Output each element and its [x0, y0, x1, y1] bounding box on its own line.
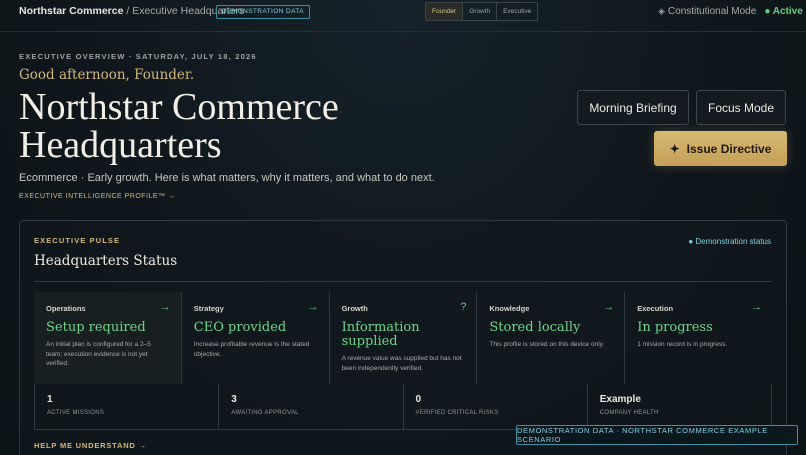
greeting: Good afternoon, Founder. — [19, 67, 195, 83]
card-description: Increase profitable revenue is the state… — [193, 341, 310, 358]
card-value: Stored locally — [489, 320, 581, 335]
page-title: Northstar Commerce Headquarters — [19, 86, 339, 166]
mode-growth[interactable]: Growth — [463, 3, 498, 20]
mode-founder[interactable]: Founder — [426, 3, 464, 20]
stat-value: Example — [599, 394, 641, 405]
top-bar: Northstar Commerce / Executive Headquart… — [0, 0, 806, 32]
issue-directive-label: Issue Directive — [686, 141, 772, 156]
card-value: Information supplied — [341, 320, 420, 349]
brand-name: Northstar Commerce — [19, 5, 124, 17]
sparkle-icon: ✦ — [669, 141, 680, 156]
status-cards: Operations → Setup required An initial p… — [34, 292, 772, 384]
tagline: Ecommerce · Early growth. Here is what m… — [19, 172, 435, 184]
stat-verified-critical-risks: 0 VERIFIED CRITICAL RISKS — [402, 384, 587, 430]
stat-awaiting-approval: 3 AWAITING APPROVAL — [218, 384, 403, 430]
pulse-divider — [34, 281, 772, 282]
status-card-growth[interactable]: Growth ? Information supplied A revenue … — [330, 292, 478, 384]
stat-value: 1 — [47, 394, 53, 405]
focus-mode-button[interactable]: Focus Mode — [696, 90, 786, 125]
status-card-operations[interactable]: Operations → Setup required An initial p… — [34, 292, 182, 384]
pulse-title: Headquarters Status — [34, 253, 178, 269]
diamond-icon: ◈ — [658, 6, 665, 16]
arrow-right-icon: → — [750, 301, 762, 313]
breadcrumb-separator: / — [123, 5, 133, 17]
card-description: This profile is stored on this device on… — [489, 341, 605, 348]
status-card-strategy[interactable]: Strategy → CEO provided Increase profita… — [182, 292, 330, 384]
mode-executive[interactable]: Executive — [497, 3, 537, 20]
card-label: Strategy — [193, 304, 224, 313]
mode-active-status: ● Active — [764, 6, 803, 17]
executive-profile-link[interactable]: EXECUTIVE INTELLIGENCE PROFILE™ → — [19, 193, 176, 200]
card-value: CEO provided — [193, 320, 287, 335]
card-label: Execution — [637, 304, 674, 313]
question-mark-icon: ? — [460, 301, 467, 313]
issue-directive-button[interactable]: ✦ Issue Directive — [654, 131, 787, 166]
stat-label: ACTIVE MISSIONS — [47, 410, 105, 416]
card-value: In progress — [637, 320, 713, 335]
overview-eyebrow: EXECUTIVE OVERVIEW · SATURDAY, JULY 18, … — [19, 52, 257, 61]
executive-pulse-panel: EXECUTIVE PULSE ● Demonstration status H… — [19, 220, 787, 455]
morning-briefing-button[interactable]: Morning Briefing — [577, 90, 689, 125]
status-card-knowledge[interactable]: Knowledge → Stored locally This profile … — [477, 292, 626, 384]
constitutional-mode-indicator[interactable]: ◈ Constitutional Mode ● Active — [658, 6, 803, 17]
card-description: A revenue value was supplied but has not… — [341, 355, 462, 372]
demo-data-banner: DEMONSTRATION DATA · NORTHSTAR COMMERCE … — [516, 425, 798, 445]
card-label: Knowledge — [489, 304, 530, 313]
stat-label: AWAITING APPROVAL — [231, 410, 299, 416]
mode-switcher: Founder Growth Executive — [425, 2, 539, 21]
stat-active-missions: 1 ACTIVE MISSIONS — [34, 384, 219, 430]
constitutional-mode-label: Constitutional Mode — [667, 6, 757, 17]
status-card-execution[interactable]: Execution → In progress 1 mission record… — [625, 292, 772, 384]
card-value: Setup required — [46, 320, 146, 335]
card-label: Operations — [46, 304, 86, 313]
stat-value: 3 — [231, 394, 237, 405]
arrow-right-icon: → — [307, 301, 319, 313]
stat-label: COMPANY HEALTH — [599, 410, 659, 416]
arrow-right-icon: → — [159, 301, 171, 313]
stat-company-health: Example COMPANY HEALTH — [586, 384, 772, 430]
app-title[interactable]: Northstar Commerce / Executive Headquart… — [19, 5, 244, 17]
stat-value: 0 — [415, 394, 422, 405]
arrow-right-icon: → — [603, 301, 615, 313]
demonstration-status: ● Demonstration status — [688, 237, 771, 246]
card-description: 1 mission record is in progress. — [637, 341, 728, 348]
stat-label: VERIFIED CRITICAL RISKS — [415, 410, 499, 416]
pulse-eyebrow: EXECUTIVE PULSE — [34, 236, 121, 245]
card-label: Growth — [341, 304, 368, 313]
summary-stats: 1 ACTIVE MISSIONS 3 AWAITING APPROVAL 0 … — [34, 384, 772, 430]
card-description: An initial plan is configured for a 2–5 … — [46, 341, 151, 367]
demo-data-badge: DEMONSTRATION DATA — [216, 5, 310, 19]
help-me-understand-link[interactable]: HELP ME UNDERSTAND → — [34, 441, 147, 450]
